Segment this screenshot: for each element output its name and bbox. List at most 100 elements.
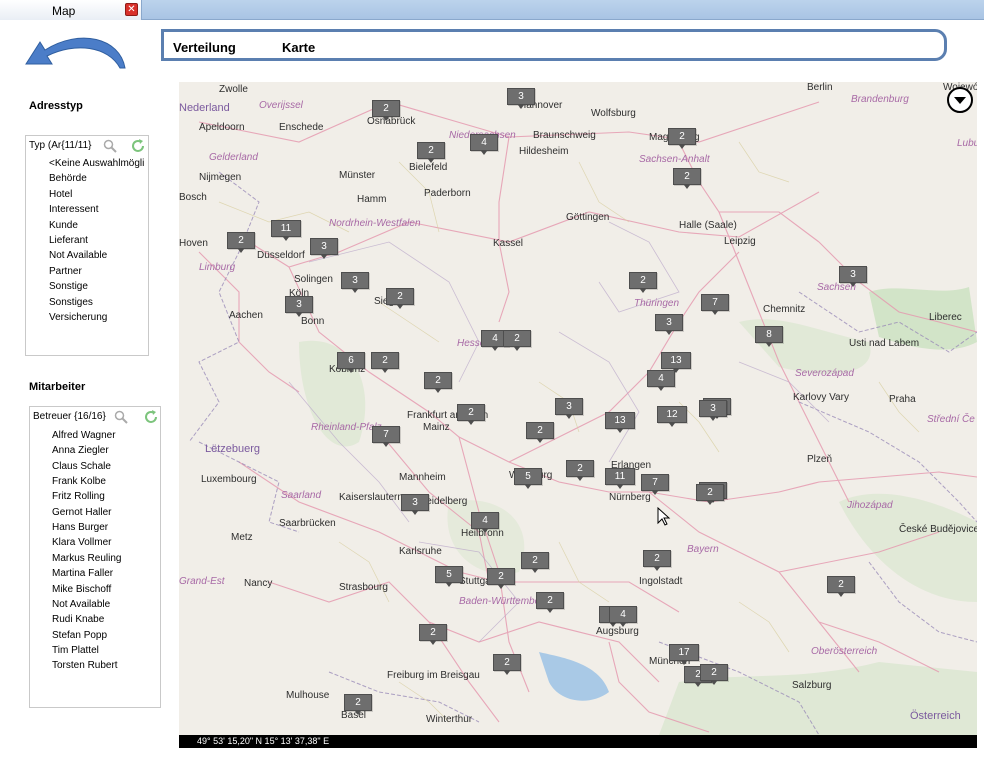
adresstyp-title: Adresstyp bbox=[29, 100, 83, 112]
map-cluster-marker[interactable]: 13 bbox=[661, 352, 691, 373]
map-cluster-marker[interactable]: 2 bbox=[700, 664, 728, 685]
mitarbeiter-item[interactable]: Torsten Rubert bbox=[52, 660, 118, 671]
adresstyp-item[interactable]: Kunde bbox=[49, 220, 78, 231]
map-cluster-marker[interactable]: 13 bbox=[605, 412, 635, 433]
search-icon[interactable] bbox=[103, 139, 117, 153]
mitarbeiter-item[interactable]: Markus Reuling bbox=[52, 553, 121, 564]
map-cluster-marker[interactable]: 2 bbox=[521, 552, 549, 573]
close-icon[interactable]: ✕ bbox=[125, 3, 138, 16]
map-place-label: Karlovy Vary bbox=[793, 392, 849, 403]
map-cluster-marker[interactable]: 2 bbox=[526, 422, 554, 443]
map-cluster-marker[interactable]: 2 bbox=[673, 168, 701, 189]
adresstyp-item[interactable]: Behörde bbox=[49, 173, 87, 184]
mitarbeiter-item[interactable]: Martina Faller bbox=[52, 568, 113, 579]
mitarbeiter-item[interactable]: Anna Ziegler bbox=[52, 445, 109, 456]
adresstyp-item[interactable]: Partner bbox=[49, 266, 82, 277]
map-place-label: Münster bbox=[339, 170, 376, 181]
mitarbeiter-list[interactable]: Betreuer {16/16} Alfred Wagner Anna Ziegl… bbox=[29, 406, 161, 708]
adresstyp-item[interactable]: Sonstige bbox=[49, 281, 88, 292]
map-cluster-marker[interactable]: 2 bbox=[386, 288, 414, 309]
map-cluster-marker[interactable]: 3 bbox=[341, 272, 369, 293]
map-cluster-marker[interactable]: 7 bbox=[372, 426, 400, 447]
map-cluster-marker[interactable]: 4 bbox=[647, 370, 675, 391]
mitarbeiter-item[interactable]: Stefan Popp bbox=[52, 630, 107, 641]
map-cluster-marker[interactable]: 2 bbox=[417, 142, 445, 163]
map-cluster-marker[interactable]: 5 bbox=[435, 566, 463, 587]
mouse-cursor-icon bbox=[657, 507, 671, 526]
map-place-label: České Budějovice bbox=[899, 524, 977, 535]
map-cluster-marker[interactable]: 3 bbox=[555, 398, 583, 419]
back-arrow-icon[interactable] bbox=[20, 28, 130, 72]
mitarbeiter-item[interactable]: Tim Plattel bbox=[52, 645, 99, 656]
adresstyp-item[interactable]: Lieferant bbox=[49, 235, 88, 246]
map-cluster-marker[interactable]: 2 bbox=[493, 654, 521, 675]
adresstyp-item[interactable]: Not Available bbox=[49, 250, 107, 261]
adresstyp-item[interactable]: Interessent bbox=[49, 204, 98, 215]
search-icon[interactable] bbox=[114, 410, 128, 424]
map-cluster-marker[interactable]: 5 bbox=[514, 468, 542, 489]
adresstyp-item[interactable]: <Keine Auswahlmögli bbox=[49, 158, 144, 169]
mitarbeiter-item[interactable]: Rudi Knabe bbox=[52, 614, 104, 625]
mitarbeiter-item[interactable]: Frank Kolbe bbox=[52, 476, 106, 487]
map-cluster-marker[interactable]: 2 bbox=[227, 232, 255, 253]
map-cluster-marker[interactable]: 3 bbox=[699, 400, 727, 421]
mitarbeiter-item[interactable]: Klara Vollmer bbox=[52, 537, 111, 548]
map-cluster-marker[interactable]: 6 bbox=[337, 352, 365, 373]
map-cluster-marker[interactable]: 11 bbox=[271, 220, 301, 241]
map-cluster-marker[interactable]: 2 bbox=[371, 352, 399, 373]
map-cluster-marker[interactable]: 2 bbox=[457, 404, 485, 425]
map-cluster-marker[interactable]: 2 bbox=[643, 550, 671, 571]
map-cluster-marker[interactable]: 3 bbox=[655, 314, 683, 335]
map-cluster-marker[interactable]: 12 bbox=[657, 406, 687, 427]
map-cluster-marker[interactable]: 4 bbox=[609, 606, 637, 627]
map-cluster-marker[interactable]: 2 bbox=[827, 576, 855, 597]
tab-verteilung[interactable]: Verteilung bbox=[173, 40, 236, 55]
map-cluster-marker[interactable]: 2 bbox=[536, 592, 564, 613]
mitarbeiter-item[interactable]: Mike Bischoff bbox=[52, 584, 111, 595]
map-cluster-marker[interactable]: 2 bbox=[629, 272, 657, 293]
map-cluster-marker[interactable]: 2 bbox=[668, 128, 696, 149]
map-view[interactable]: Zwolle Apeldoorn Enschede Osnabrück Hannover… bbox=[179, 82, 977, 735]
adresstyp-item[interactable]: Versicherung bbox=[49, 312, 107, 323]
mitarbeiter-item[interactable]: Gernot Haller bbox=[52, 507, 111, 518]
map-cluster-marker[interactable]: 2 bbox=[419, 624, 447, 645]
window-titlebar bbox=[0, 0, 984, 20]
adresstyp-list[interactable]: Typ (Ar{11/11} <Keine Auswahlmögli Behörd… bbox=[25, 135, 149, 356]
mitarbeiter-item[interactable]: Hans Burger bbox=[52, 522, 108, 533]
adresstyp-item[interactable]: Sonstiges bbox=[49, 297, 93, 308]
map-cluster-marker[interactable]: 2 bbox=[372, 100, 400, 121]
map-cluster-marker[interactable]: 2 bbox=[566, 460, 594, 481]
map-place-label: Enschede bbox=[279, 122, 324, 133]
map-cluster-marker[interactable]: 8 bbox=[755, 326, 783, 347]
map-cluster-marker[interactable]: 2 bbox=[503, 330, 531, 351]
map-cluster-marker[interactable]: 3 bbox=[310, 238, 338, 259]
map-cluster-marker[interactable]: 4 bbox=[470, 134, 498, 155]
map-place-label: Metz bbox=[231, 532, 253, 543]
map-cluster-marker[interactable]: 2 bbox=[424, 372, 452, 393]
map-cluster-marker[interactable]: 11 bbox=[605, 468, 635, 489]
refresh-icon[interactable] bbox=[143, 409, 159, 425]
map-cluster-marker[interactable]: 2 bbox=[696, 484, 724, 505]
map-menu-button[interactable] bbox=[947, 87, 973, 113]
tab-karte[interactable]: Karte bbox=[282, 40, 315, 55]
map-cluster-marker[interactable]: 4 bbox=[471, 512, 499, 533]
map-cluster-marker[interactable]: 3 bbox=[839, 266, 867, 287]
mitarbeiter-item[interactable]: Alfred Wagner bbox=[52, 430, 116, 441]
map-region-label: Střední Če bbox=[927, 414, 975, 425]
map-cluster-marker[interactable]: 7 bbox=[701, 294, 729, 315]
map-cluster-marker[interactable]: 7 bbox=[641, 474, 669, 495]
mitarbeiter-item[interactable]: Claus Schale bbox=[52, 461, 111, 472]
map-cluster-marker[interactable]: 3 bbox=[401, 494, 429, 515]
map-cluster-marker[interactable]: 3 bbox=[285, 296, 313, 317]
map-cluster-marker[interactable]: 2 bbox=[344, 694, 372, 715]
mitarbeiter-item[interactable]: Fritz Rolling bbox=[52, 491, 105, 502]
tab-map[interactable]: Map ✕ bbox=[0, 0, 142, 20]
map-cluster-marker[interactable]: 2 bbox=[487, 568, 515, 589]
adresstyp-item[interactable]: Hotel bbox=[49, 189, 72, 200]
map-cluster-marker[interactable]: 3 bbox=[507, 88, 535, 109]
map-place-label: Braunschweig bbox=[533, 130, 596, 141]
map-cluster-marker[interactable]: 17 bbox=[669, 644, 699, 665]
map-place-label: Mainz bbox=[423, 422, 450, 433]
refresh-icon[interactable] bbox=[130, 138, 146, 154]
mitarbeiter-item[interactable]: Not Available bbox=[52, 599, 110, 610]
